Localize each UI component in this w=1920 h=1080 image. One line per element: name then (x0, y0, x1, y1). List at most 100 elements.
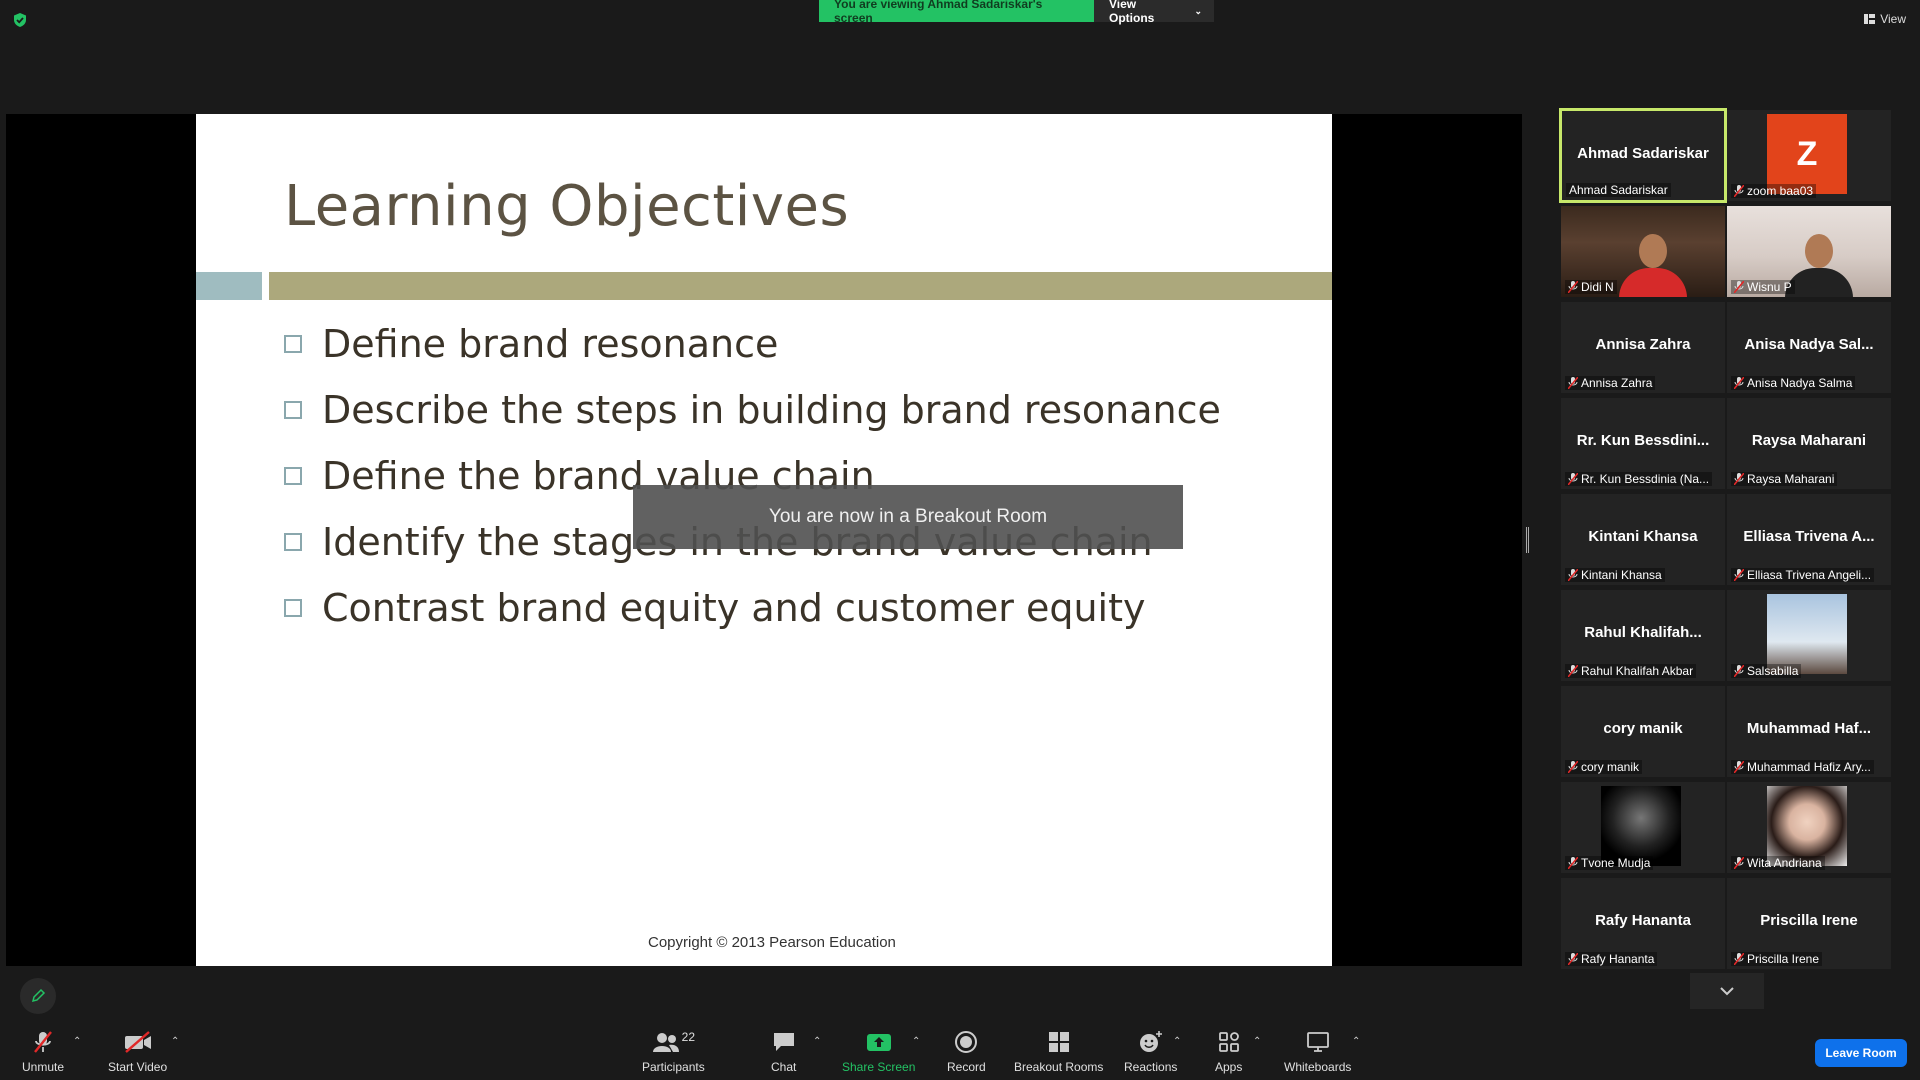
encryption-shield-icon[interactable] (12, 12, 28, 28)
participants-icon-group: 22 (652, 1030, 695, 1060)
reactions-options-caret-icon[interactable]: ⌃ (1173, 1036, 1181, 1047)
participant-tile[interactable]: Raysa Maharani Raysa Maharani (1727, 398, 1891, 489)
participant-tile[interactable]: Kintani Khansa Kintani Khansa (1561, 494, 1725, 585)
participant-tile[interactable]: Tvone Mudja (1561, 782, 1725, 873)
participant-figure (1805, 234, 1833, 268)
grid-view-icon (1864, 14, 1876, 24)
share-screen-button[interactable]: Share Screen (842, 1030, 915, 1074)
participant-name-label: Tvone Mudja (1565, 856, 1654, 870)
participant-name-label: Wita Andriana (1731, 856, 1825, 870)
participants-count: 22 (681, 1030, 696, 1044)
chat-options-caret-icon[interactable]: ⌃ (813, 1036, 821, 1047)
view-options-button[interactable]: View Options ⌄ (1094, 0, 1214, 25)
smiley-icon (1139, 1031, 1162, 1052)
chevron-down-icon (1720, 987, 1734, 996)
participant-display-name: Rr. Kun Bessdini... (1576, 432, 1710, 449)
participant-name: Salsabilla (1747, 664, 1799, 678)
record-button[interactable]: Record (947, 1030, 986, 1074)
participant-display-name: Priscilla Irene (1760, 912, 1858, 929)
participant-name-label: cory manik (1565, 760, 1643, 774)
apps-button[interactable]: Apps (1215, 1030, 1242, 1074)
participants-icon (652, 1033, 679, 1052)
bullet-text: Contrast brand equity and customer equit… (322, 586, 1146, 630)
start-video-label: Start Video (108, 1060, 168, 1074)
participant-name-label: Priscilla Irene (1731, 952, 1823, 966)
video-options-caret-icon[interactable]: ⌃ (171, 1036, 179, 1047)
participant-tile[interactable]: Zzoom baa03 (1727, 110, 1891, 201)
muted-microphone-icon (1568, 761, 1578, 773)
participant-tile[interactable]: cory manik cory manik (1561, 686, 1725, 777)
whiteboards-button[interactable]: Whiteboards (1284, 1030, 1351, 1074)
muted-microphone-icon (1734, 185, 1744, 197)
participant-tile[interactable]: Wisnu P (1727, 206, 1891, 297)
slide-accent-bar-blue (196, 272, 262, 300)
viewing-screen-banner: You are viewing Ahmad Sadariskar's scree… (819, 0, 1214, 25)
audio-options-caret-icon[interactable]: ⌃ (73, 1036, 81, 1047)
breakout-rooms-button[interactable]: Breakout Rooms (1014, 1030, 1103, 1074)
slide-bullet: Describe the steps in building brand res… (284, 388, 1221, 432)
viewing-screen-text: You are viewing Ahmad Sadariskar's scree… (819, 0, 1094, 25)
breakout-room-notification: You are now in a Breakout Room (633, 485, 1183, 549)
participant-tile[interactable]: Salsabilla (1727, 590, 1891, 681)
participant-tile[interactable]: Rafy Hananta Rafy Hananta (1561, 878, 1725, 969)
participant-name: Elliasa Trivena Angeli... (1747, 568, 1872, 582)
participant-profile-photo (1767, 594, 1847, 674)
participant-tile[interactable]: Annisa Zahra Annisa Zahra (1561, 302, 1725, 393)
muted-microphone-icon (1568, 665, 1578, 677)
chat-button[interactable]: Chat (771, 1030, 796, 1074)
reactions-button[interactable]: Reactions (1124, 1030, 1177, 1074)
checkbox-bullet-icon (284, 335, 302, 353)
participant-name: Annisa Zahra (1581, 376, 1653, 390)
muted-microphone-icon (1734, 857, 1744, 869)
start-video-button[interactable]: Start Video (108, 1030, 167, 1074)
participant-name: Raysa Maharani (1747, 472, 1835, 486)
gallery-scroll-down-button[interactable] (1690, 973, 1764, 1009)
participant-name: Priscilla Irene (1747, 952, 1820, 966)
chat-bubble-icon (773, 1033, 794, 1051)
participant-tile[interactable]: Priscilla Irene Priscilla Irene (1727, 878, 1891, 969)
slide-title: Learning Objectives (284, 174, 850, 239)
participant-name-label: Rahul Khalifah Akbar (1565, 664, 1697, 678)
participant-tile[interactable]: Elliasa Trivena A... Elliasa Trivena Ange… (1727, 494, 1891, 585)
unmute-button[interactable]: Unmute (22, 1030, 64, 1074)
participant-name-label: Kintani Khansa (1565, 568, 1665, 582)
participant-display-name: cory manik (1603, 720, 1683, 737)
participant-body (1619, 268, 1687, 297)
participant-tile[interactable]: Rahul Khalifah... Rahul Khalifah Akbar (1561, 590, 1725, 681)
muted-microphone-icon (1734, 569, 1744, 581)
participant-tile[interactable]: Wita Andriana (1727, 782, 1891, 873)
whiteboards-options-caret-icon[interactable]: ⌃ (1352, 1036, 1360, 1047)
participant-name-label: Salsabilla (1731, 664, 1802, 678)
participant-tile[interactable]: Anisa Nadya Sal... Anisa Nadya Salma (1727, 302, 1891, 393)
checkbox-bullet-icon (284, 599, 302, 617)
participant-display-name: Elliasa Trivena A... (1743, 528, 1875, 545)
participant-tile[interactable]: Rr. Kun Bessdini... Rr. Kun Bessdinia (Na… (1561, 398, 1725, 489)
annotate-button[interactable] (20, 978, 56, 1014)
participant-name-label: Didi N (1565, 280, 1617, 294)
whiteboard-icon (1306, 1032, 1329, 1052)
participant-display-name: Kintani Khansa (1588, 528, 1698, 545)
participant-name: Anisa Nadya Salma (1747, 376, 1853, 390)
view-button[interactable]: View (1864, 12, 1906, 26)
participant-tile[interactable]: Didi N (1561, 206, 1725, 297)
apps-options-caret-icon[interactable]: ⌃ (1253, 1036, 1261, 1047)
chat-label: Chat (771, 1060, 797, 1074)
apps-icon (1218, 1032, 1239, 1052)
reactions-label: Reactions (1124, 1060, 1178, 1074)
participant-tile[interactable]: Ahmad Sadariskar Ahmad Sadariskar (1559, 108, 1727, 203)
participant-display-name: Raysa Maharani (1751, 432, 1867, 449)
participant-tile[interactable]: Muhammad Haf... Muhammad Hafiz Ary... (1727, 686, 1891, 777)
panel-resize-handle[interactable] (1526, 527, 1529, 553)
participant-name: Wita Andriana (1747, 856, 1822, 870)
participant-name-label: Ahmad Sadariskar (1566, 183, 1671, 197)
participants-button[interactable]: 22 Participants (642, 1030, 705, 1074)
muted-microphone-icon (1568, 953, 1578, 965)
participant-name-label: Elliasa Trivena Angeli... (1731, 568, 1875, 582)
bullet-text: Define brand resonance (322, 322, 779, 366)
share-options-caret-icon[interactable]: ⌃ (912, 1036, 920, 1047)
participant-name: Tvone Mudja (1581, 856, 1651, 870)
leave-room-button[interactable]: Leave Room (1815, 1039, 1907, 1067)
participant-profile-photo (1601, 786, 1681, 866)
participant-name: cory manik (1581, 760, 1640, 774)
participant-display-name: Anisa Nadya Sal... (1744, 336, 1874, 353)
